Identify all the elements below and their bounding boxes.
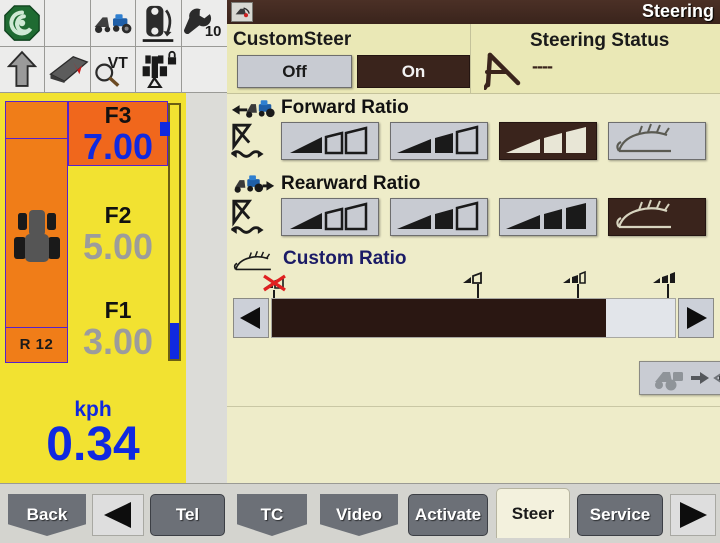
gear-range-column: R 12 (5, 101, 68, 363)
right-triangle-icon (683, 305, 709, 331)
rearward-ratio-row: Rearward Ratio (227, 170, 720, 246)
ratio-mid-icon (561, 268, 587, 286)
tractor-lock-icon[interactable] (136, 47, 181, 94)
rearward-ratio-level-2[interactable] (390, 198, 488, 236)
tab-steer[interactable]: Steer (496, 488, 570, 538)
softkey-bar: Back Tel TC Video Activate Steer Service (0, 483, 720, 543)
wrench-10-icon[interactable]: 10 (182, 0, 227, 47)
panel-gap (186, 93, 227, 483)
tractor-top-view-icon (12, 207, 62, 269)
steering-main-panel: Steering CustomSteer Off On Steering Sta… (227, 0, 720, 483)
gear-f1[interactable]: F1 3.00 (70, 298, 166, 360)
tractor-left-arrow-icon (230, 96, 278, 166)
next-page-button[interactable] (670, 494, 716, 536)
tab-tel[interactable]: Tel (150, 494, 225, 536)
forward-ratio-custom[interactable] (608, 122, 706, 160)
manual-book-icon[interactable] (45, 47, 90, 94)
gear-f2[interactable]: F2 5.00 (70, 203, 166, 265)
ratio-low-icon (461, 268, 487, 286)
rearward-ratio-level-1[interactable] (281, 198, 379, 236)
tab-video[interactable]: Video (320, 494, 398, 536)
left-triangle-icon (101, 500, 135, 530)
customsteer-row: CustomSteer Off On Steering Status ---- (227, 24, 720, 94)
svg-text:10: 10 (205, 24, 222, 40)
prev-page-button[interactable] (92, 494, 144, 536)
blank-cell-2 (182, 47, 227, 94)
spiral-logo-icon[interactable] (0, 0, 45, 47)
customsteer-on-button[interactable]: On (357, 55, 470, 88)
speed-value: 0.34 (0, 420, 186, 470)
forward-ratio-level-2[interactable] (390, 122, 488, 160)
gear-f3[interactable]: F3 7.00 (70, 103, 166, 165)
left-triangle-icon (238, 305, 264, 331)
forward-ratio-level-3[interactable] (499, 122, 597, 160)
apply-to-tractor-button[interactable] (639, 361, 720, 395)
range-indicator-fill (170, 323, 179, 359)
page-title: Steering (642, 1, 714, 22)
blank-cell (45, 0, 90, 47)
hitch-link-icon[interactable] (136, 0, 181, 47)
tractor-right-arrow-icon (230, 172, 278, 242)
custom-ratio-slider-group (227, 268, 720, 322)
forward-ratio-level-1[interactable] (281, 122, 379, 160)
slider-increase-button[interactable] (678, 298, 714, 338)
tractor-to-diamond-icon (647, 364, 720, 392)
rearward-ratio-custom[interactable] (608, 198, 706, 236)
status-icon-grid: 10 VT (0, 0, 227, 93)
steering-status-label: Steering Status (530, 30, 669, 52)
tab-activate[interactable]: Activate (408, 494, 488, 536)
steering-status-group: Steering Status ---- (472, 24, 720, 93)
tab-tc[interactable]: TC (237, 494, 307, 536)
rearward-ratio-level-3[interactable] (499, 198, 597, 236)
terminal-screen: 10 VT (0, 0, 720, 543)
customsteer-label: CustomSteer (233, 29, 351, 51)
ratio-high-icon (651, 268, 677, 286)
drive-info-panel: R 12 F3 7.00 F2 5.00 F1 3.00 kph 0.34 (0, 93, 186, 483)
range-indicator-bar (168, 103, 181, 361)
customsteer-group: CustomSteer Off On (227, 24, 471, 93)
tractor-implement-icon[interactable] (91, 0, 136, 47)
custom-ratio-row: Custom Ratio (227, 246, 720, 366)
ratio-disabled-icon (262, 272, 288, 292)
reverse-gear-label: R 12 (6, 326, 67, 362)
right-triangle-icon (676, 500, 710, 530)
panel-divider (227, 406, 720, 407)
window-titlebar: Steering (227, 0, 720, 24)
rearward-ratio-label: Rearward Ratio (281, 173, 420, 195)
customsteer-off-button[interactable]: Off (237, 55, 352, 88)
forward-ratio-label: Forward Ratio (281, 97, 409, 119)
back-button[interactable]: Back (8, 494, 86, 536)
custom-ratio-label: Custom Ratio (283, 248, 407, 270)
steering-linkage-icon (484, 52, 524, 90)
steering-status-value: ---- (532, 56, 552, 77)
custom-ratio-slider-track[interactable] (271, 298, 676, 338)
up-arrow-icon[interactable] (0, 47, 45, 94)
custom-ratio-slider-fill (272, 299, 606, 337)
slider-decrease-button[interactable] (233, 298, 269, 338)
vt-magnifier-icon[interactable]: VT (91, 47, 136, 94)
tab-service[interactable]: Service (577, 494, 663, 536)
forward-ratio-row: Forward Ratio (227, 94, 720, 170)
implement-icon[interactable] (231, 2, 253, 22)
range-marker (160, 122, 170, 136)
